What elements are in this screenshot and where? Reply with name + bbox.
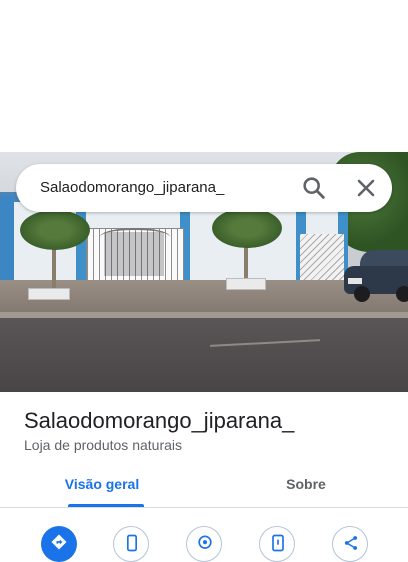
nearby-button[interactable]	[186, 526, 222, 562]
save-button[interactable]	[259, 526, 295, 562]
place-title: Salaodomorango_jiparana_	[24, 408, 295, 433]
save-icon	[272, 534, 284, 552]
phone-icon	[127, 534, 137, 552]
tabs-divider	[0, 507, 408, 508]
directions-icon	[51, 534, 67, 550]
share-icon	[344, 536, 358, 550]
location-icon	[198, 535, 212, 549]
share-button[interactable]	[332, 526, 368, 562]
parked-car	[344, 248, 408, 302]
place-category: Loja de produtos naturais	[24, 437, 182, 453]
close-icon[interactable]	[352, 174, 380, 202]
tab-about[interactable]: Sobre	[204, 476, 408, 508]
search-query[interactable]: Salaodomorango_jiparana_	[40, 164, 224, 212]
search-icon[interactable]	[300, 174, 328, 202]
top-blank-area	[0, 0, 408, 152]
search-bar[interactable]: Salaodomorango_jiparana_	[16, 164, 392, 212]
directions-button[interactable]	[41, 526, 77, 562]
call-button[interactable]	[113, 526, 149, 562]
